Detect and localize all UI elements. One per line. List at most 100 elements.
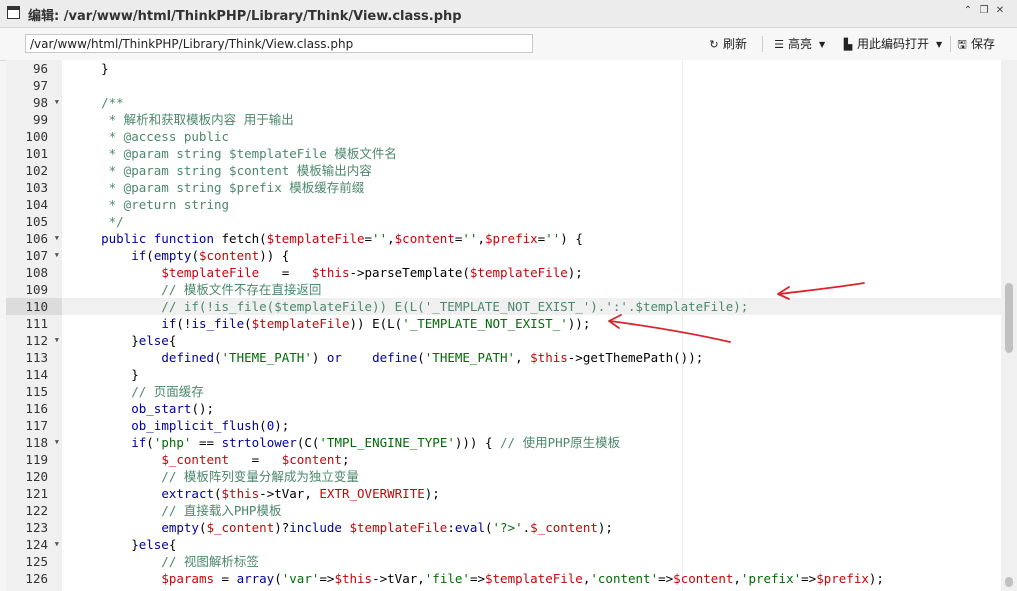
- window-title: 编辑: /var/www/html/ThinkPHP/Library/Think…: [28, 9, 462, 24]
- fold-toggle-icon[interactable]: ▼: [55, 536, 59, 553]
- code-line[interactable]: 104 * @return string: [6, 196, 1017, 213]
- line-number: 109: [6, 281, 62, 298]
- line-number-text: 116: [25, 401, 48, 416]
- code-token: $templateFile: [266, 231, 365, 246]
- code-text: */: [71, 213, 124, 230]
- code-token: =>: [319, 571, 335, 586]
- vertical-scrollbar[interactable]: [1001, 60, 1017, 591]
- code-line[interactable]: 103 * @param string $prefix 模板缓存前缀: [6, 179, 1017, 196]
- code-token: 'var': [281, 571, 320, 586]
- line-number-text: 99: [32, 112, 48, 127]
- code-token: }: [71, 61, 109, 76]
- code-line[interactable]: 124 ▼ }else{: [6, 536, 1017, 553]
- fold-toggle-icon[interactable]: ▼: [55, 434, 59, 451]
- code-line[interactable]: 121 extract($this->tVar, EXTR_OVERWRITE)…: [6, 485, 1017, 502]
- code-line[interactable]: 113 defined('THEME_PATH') or define('THE…: [6, 349, 1017, 366]
- code-line[interactable]: 100 * @access public: [6, 128, 1017, 145]
- refresh-button[interactable]: ↻ 刷新: [708, 36, 747, 52]
- code-line[interactable]: 123 empty ($_content)?include $templateFi…: [6, 519, 1017, 536]
- toolbar-divider: [762, 36, 763, 52]
- code-line[interactable]: 111 if(!is_file($templateFile)) E(L('_TE…: [6, 315, 1017, 332]
- code-line[interactable]: 107 ▼ if(empty($content)) {: [6, 247, 1017, 264]
- code-token: ();: [191, 401, 215, 416]
- code-line[interactable]: 126 $params = array('var'=>$this->tVar,'…: [6, 570, 1017, 587]
- line-number-text: 110: [25, 299, 48, 314]
- save-button[interactable]: 🖫 保存: [956, 36, 995, 52]
- line-number-text: 107: [25, 248, 48, 263]
- code-token: $this: [530, 350, 568, 365]
- code-line[interactable]: 108 $templateFile = $this->parseTemplate…: [6, 264, 1017, 281]
- line-number: 99: [6, 111, 62, 128]
- code-line[interactable]: 109 // 模板文件不存在直接返回: [6, 281, 1017, 298]
- code-text: // 直接载入PHP模板: [71, 502, 281, 519]
- code-line[interactable]: 97: [6, 77, 1017, 94]
- code-line[interactable]: 114 }: [6, 366, 1017, 383]
- code-line[interactable]: 102 * @param string $content 模板输出内容: [6, 162, 1017, 179]
- code-line[interactable]: 120 // 模板阵列变量分解成为独立变量: [6, 468, 1017, 485]
- code-token: extract: [161, 486, 214, 501]
- line-number: 104: [6, 196, 62, 213]
- code-line[interactable]: 98 ▼ /**: [6, 94, 1017, 111]
- line-number: 114: [6, 366, 62, 383]
- line-number-text: 114: [25, 367, 48, 382]
- code-text: * @param string $prefix 模板缓存前缀: [71, 179, 365, 196]
- code-text: /**: [71, 94, 124, 111]
- code-token: * @param string $prefix 模板缓存前缀: [71, 180, 365, 195]
- fold-toggle-icon[interactable]: ▼: [55, 247, 59, 264]
- code-editor[interactable]: 96 } 97 98 ▼ /** 99 * 解析和获取模板内容 用于输出 100 * @a…: [6, 60, 1017, 591]
- chevron-down-icon: ▼: [819, 40, 826, 49]
- scrollbar-thumb[interactable]: [1005, 283, 1013, 353]
- code-token: * 解析和获取模板内容 用于输出: [71, 112, 294, 127]
- code-token: (: [214, 350, 222, 365]
- code-line[interactable]: 101 * @param string $templateFile 模板文件名: [6, 145, 1017, 162]
- code-token: $prefix: [816, 571, 869, 586]
- code-line[interactable]: 118 ▼ if('php' == strtolower(C('TMPL_ENGI…: [6, 434, 1017, 451]
- code-token: $_content: [161, 452, 230, 467]
- line-number: 120: [6, 468, 62, 485]
- code-token: );: [868, 571, 884, 586]
- code-line[interactable]: 116 ob_start();: [6, 400, 1017, 417]
- open-with-encoding-dropdown[interactable]: ▙ 用此编码打开 ▼: [842, 36, 942, 52]
- code-token: define: [372, 350, 418, 365]
- code-text: // 模板阵列变量分解成为独立变量: [71, 468, 359, 485]
- code-line[interactable]: 99 * 解析和获取模板内容 用于输出: [6, 111, 1017, 128]
- code-line[interactable]: 96 }: [6, 60, 1017, 77]
- line-number-text: 120: [25, 469, 48, 484]
- code-line[interactable]: 115 // 页面缓存: [6, 383, 1017, 400]
- code-line[interactable]: 125 // 视图解析标签: [6, 553, 1017, 570]
- code-token: ) {: [560, 231, 583, 246]
- fold-toggle-icon[interactable]: ▼: [55, 230, 59, 247]
- code-token: if: [131, 435, 147, 450]
- fold-toggle-icon[interactable]: ▼: [55, 94, 59, 111]
- code-line[interactable]: 119 $_content = $content;: [6, 451, 1017, 468]
- fold-toggle-icon[interactable]: ▼: [55, 332, 59, 349]
- restore-icon[interactable]: ❐: [978, 5, 990, 16]
- code-token: ->parseTemplate(: [349, 265, 470, 280]
- code-line[interactable]: 106 ▼ public function fetch($templateFile…: [6, 230, 1017, 247]
- code-token: $templateFile: [251, 316, 350, 331]
- code-token: * @param string $templateFile 模板文件名: [71, 146, 397, 161]
- code-line[interactable]: 112 ▼ }else{: [6, 332, 1017, 349]
- code-token: // 使用PHP原生模板: [500, 435, 621, 450]
- highlight-dropdown[interactable]: ☰ 高亮 ▼: [773, 36, 825, 52]
- close-icon[interactable]: ✕: [994, 5, 1006, 16]
- code-token: (: [214, 486, 222, 501]
- line-number: 101: [6, 145, 62, 162]
- code-line[interactable]: 117 ob_implicit_flush(0);: [6, 417, 1017, 434]
- line-number: 121: [6, 485, 62, 502]
- code-text: // 视图解析标签: [71, 553, 259, 570]
- code-token: (: [274, 571, 282, 586]
- line-number: 100: [6, 128, 62, 145]
- collapse-icon[interactable]: ⌃: [962, 5, 974, 16]
- code-line[interactable]: 110 // if(!is_file($templateFile)) E(L('…: [6, 298, 1017, 315]
- file-path-input[interactable]: /var/www/html/ThinkPHP/Library/Think/Vie…: [25, 34, 533, 53]
- line-number: 117: [6, 417, 62, 434]
- code-token: (: [146, 435, 154, 450]
- code-text: public function fetch($templateFile='',$…: [71, 230, 583, 247]
- code-token: 'prefix': [740, 571, 802, 586]
- code-line[interactable]: 122 // 直接载入PHP模板: [6, 502, 1017, 519]
- code-line[interactable]: 105 */: [6, 213, 1017, 230]
